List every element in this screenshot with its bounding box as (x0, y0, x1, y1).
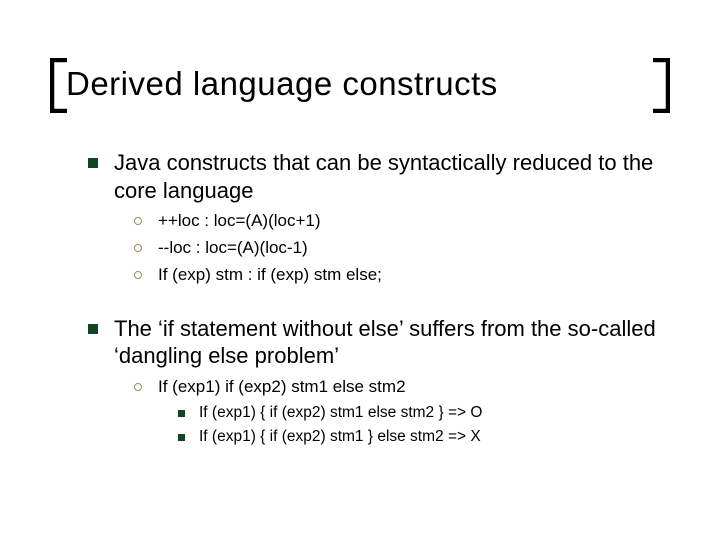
slide: Derived language constructs Java constru… (0, 0, 720, 540)
bullet-level2-text: ++loc : loc=(A)(loc+1) (158, 210, 321, 233)
bullet-level1-text: The ‘if statement without else’ suffers … (114, 315, 662, 370)
bracket-right-icon (652, 58, 670, 113)
bullet-level1: Java constructs that can be syntacticall… (88, 149, 662, 204)
circle-bullet-icon (134, 271, 142, 279)
bullet-level3: If (exp1) { if (exp2) stm1 else stm2 } =… (178, 403, 662, 424)
bullet-level2-text: --loc : loc=(A)(loc-1) (158, 237, 308, 260)
circle-bullet-icon (134, 217, 142, 225)
bullet-level2-text: If (exp1) if (exp2) stm1 else stm2 (158, 376, 406, 399)
title-row: Derived language constructs (58, 62, 662, 109)
square-bullet-icon (88, 158, 98, 168)
bullet-level1: The ‘if statement without else’ suffers … (88, 315, 662, 370)
content: Java constructs that can be syntacticall… (58, 149, 662, 448)
bullet-level3: If (exp1) { if (exp2) stm1 } else stm2 =… (178, 427, 662, 448)
bullet-level3-text: If (exp1) { if (exp2) stm1 else stm2 } =… (199, 403, 482, 424)
bullet-level2-text: If (exp) stm : if (exp) stm else; (158, 264, 382, 287)
bracket-left-icon (50, 58, 68, 113)
circle-bullet-icon (134, 383, 142, 391)
bullet-level2: ++loc : loc=(A)(loc+1) (134, 210, 662, 233)
bullet-level3-text: If (exp1) { if (exp2) stm1 } else stm2 =… (199, 427, 481, 448)
sub-list: If (exp1) if (exp2) stm1 else stm2 If (e… (88, 376, 662, 448)
bullet-level2: If (exp1) if (exp2) stm1 else stm2 (134, 376, 662, 399)
bullet-level1-text: Java constructs that can be syntacticall… (114, 149, 662, 204)
sub-list: ++loc : loc=(A)(loc+1) --loc : loc=(A)(l… (88, 210, 662, 287)
square-small-bullet-icon (178, 434, 185, 441)
page-title: Derived language constructs (58, 62, 662, 109)
circle-bullet-icon (134, 244, 142, 252)
bullet-level2: If (exp) stm : if (exp) stm else; (134, 264, 662, 287)
square-small-bullet-icon (178, 410, 185, 417)
sub-sub-list: If (exp1) { if (exp2) stm1 else stm2 } =… (134, 403, 662, 448)
square-bullet-icon (88, 324, 98, 334)
bullet-level2: --loc : loc=(A)(loc-1) (134, 237, 662, 260)
